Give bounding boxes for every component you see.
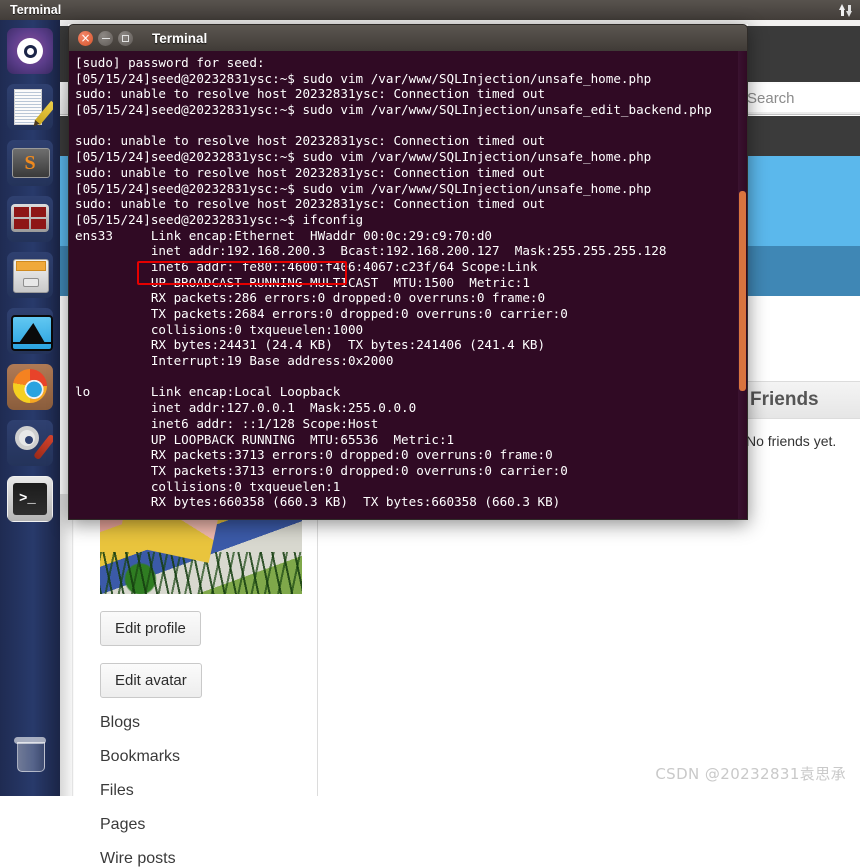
terminal-line: TX packets:3713 errors:0 dropped:0 overr… [75, 462, 568, 478]
wireshark-icon [7, 308, 53, 354]
friends-heading: Friends [750, 389, 819, 410]
edit-avatar-button[interactable]: Edit avatar [100, 663, 202, 698]
terminal-line: RX packets:3713 errors:0 dropped:0 overr… [75, 447, 553, 463]
terminal-scrollbar[interactable] [738, 51, 747, 519]
terminal-line: RX packets:286 errors:0 dropped:0 overru… [75, 290, 546, 306]
terminal-line: [05/15/24]seed@20232831ysc:~$ sudo vim /… [75, 149, 652, 165]
file-manager-icon [7, 252, 53, 298]
launcher-item-terminal[interactable]: >_ [7, 476, 53, 522]
minimize-icon[interactable] [98, 30, 113, 46]
launcher-item-trash[interactable] [7, 732, 53, 778]
terminal-line: inet6 addr: fe80::4600:f406:4067:c23f/64… [75, 258, 538, 274]
terminal-line: ens33 Link encap:Ethernet HWaddr 00:0c:2… [75, 227, 493, 243]
launcher-item-firefox[interactable] [7, 364, 53, 410]
terminal-output: [sudo] password for seed: [05/15/24]seed@… [69, 51, 747, 519]
profile-link-files[interactable]: Files [100, 782, 298, 800]
profile-link-blogs[interactable]: Blogs [100, 714, 298, 732]
terminal-icon: >_ [7, 476, 53, 522]
terminal-line: inet addr:127.0.0.1 Mask:255.0.0.0 [75, 400, 417, 416]
terminal-line: sudo: unable to resolve host 20232831ysc… [75, 133, 546, 149]
launcher-item-ubuntu-dash[interactable] [7, 28, 53, 74]
panel-app-menu[interactable]: Terminal [10, 3, 61, 17]
terminal-title: Terminal [152, 30, 208, 46]
terminal-line: RX bytes:660358 (660.3 KB) TX bytes:6603… [75, 494, 561, 510]
terminal-window[interactable]: Terminal [sudo] password for seed:[05/15… [68, 24, 748, 520]
content-divider-right [317, 494, 318, 796]
panel-indicators [839, 3, 852, 17]
terminal-line: inet addr:192.168.200.3 Bcast:192.168.20… [75, 243, 667, 259]
friends-empty-text: No friends yet. [746, 433, 837, 449]
friends-module-body: No friends yet. [740, 419, 860, 451]
unity-launcher: S >_ [0, 20, 60, 796]
launcher-item-text-editor[interactable] [7, 84, 53, 130]
top-panel: Terminal [0, 0, 860, 20]
terminal-line: [05/15/24]seed@20232831ysc:~$ sudo vim /… [75, 70, 652, 86]
terminal-line: RX bytes:24431 (24.4 KB) TX bytes:241406… [75, 337, 546, 353]
profile-link-bookmarks[interactable]: Bookmarks [100, 748, 298, 766]
terminal-titlebar[interactable]: Terminal [68, 24, 748, 51]
trash-icon [7, 732, 53, 778]
terminal-line: collisions:0 txqueuelen:1 [75, 478, 341, 494]
terminal-line: UP LOOPBACK RUNNING MTU:65536 Metric:1 [75, 431, 455, 447]
terminal-body[interactable]: [sudo] password for seed: [05/15/24]seed@… [68, 51, 748, 520]
terminal-line: collisions:0 txqueuelen:1000 [75, 321, 364, 337]
terminal-line: [sudo] password for seed: [75, 55, 265, 70]
launcher-item-file-manager[interactable] [7, 252, 53, 298]
terminator-icon [7, 196, 53, 242]
firefox-icon [7, 364, 53, 410]
terminal-line: [05/15/24]seed@20232831ysc:~$ sudo vim /… [75, 180, 652, 196]
sublime-glyph: S [24, 151, 36, 174]
network-up-down-icon[interactable] [839, 3, 852, 17]
terminal-line: Interrupt:19 Base address:0x2000 [75, 353, 394, 369]
gear-wrench-icon [7, 420, 53, 466]
launcher-item-system-tools[interactable] [7, 420, 53, 466]
maximize-icon[interactable] [118, 30, 133, 46]
terminal-line: lo Link encap:Local Loopback [75, 384, 341, 400]
profile-link-wire-posts[interactable]: Wire posts [100, 850, 298, 868]
friends-module: Friends No friends yet. [740, 381, 860, 451]
profile-sidebar: Edit profile Edit avatar Blogs Bookmarks… [40, 494, 302, 868]
edit-profile-button[interactable]: Edit profile [100, 611, 201, 646]
launcher-item-wireshark[interactable] [7, 308, 53, 354]
terminal-line: UP BROADCAST RUNNING MULTICAST MTU:1500 … [75, 274, 530, 290]
terminal-line: sudo: unable to resolve host 20232831ysc… [75, 196, 546, 212]
launcher-item-terminator[interactable] [7, 196, 53, 242]
terminal-line: TX packets:2684 errors:0 dropped:0 overr… [75, 306, 568, 321]
terminal-line: inet6 addr: ::1/128 Scope:Host [75, 415, 379, 431]
sublime-text-icon: S [7, 140, 53, 186]
search-placeholder: Search [747, 89, 795, 107]
scrollbar-thumb[interactable] [739, 191, 746, 391]
launcher-item-sublime-text[interactable]: S [7, 140, 53, 186]
terminal-line: [05/15/24]seed@20232831ysc:~$ sudo vim /… [75, 102, 712, 118]
friends-module-header: Friends [740, 381, 860, 419]
profile-link-pages[interactable]: Pages [100, 816, 298, 834]
ubuntu-logo-icon [7, 28, 53, 74]
watermark: CSDN @20232831袁思承 [655, 765, 846, 783]
terminal-line: sudo: unable to resolve host 20232831ysc… [75, 164, 546, 180]
terminal-line: sudo: unable to resolve host 20232831ysc… [75, 86, 546, 102]
close-icon[interactable] [78, 30, 93, 46]
terminal-line: [05/15/24]seed@20232831ysc:~$ ifconfig [75, 211, 364, 227]
text-editor-icon [7, 84, 53, 130]
